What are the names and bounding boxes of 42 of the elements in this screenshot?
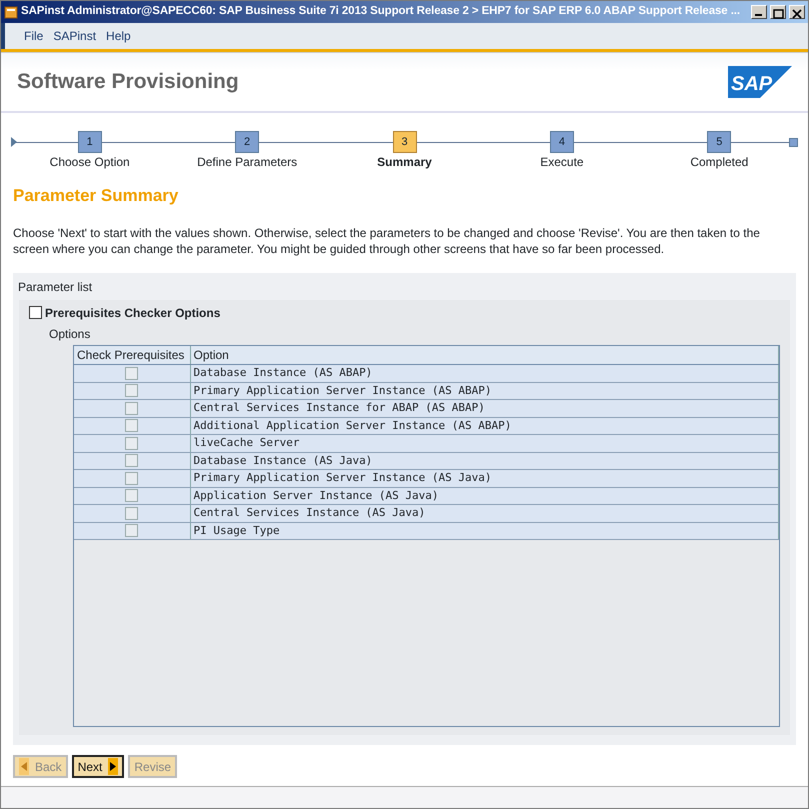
step-number[interactable]: 5 xyxy=(707,131,732,153)
next-button[interactable]: Next xyxy=(72,755,124,778)
table-cell: Primary Application Server Instance (AS ABAP) xyxy=(190,382,778,400)
menu-item[interactable]: File xyxy=(19,27,48,45)
step-label: Define Parameters xyxy=(197,155,298,169)
maximize-icon xyxy=(771,8,785,20)
step-label: Completed xyxy=(690,155,748,169)
table-cell: Database Instance (AS Java) xyxy=(190,452,778,470)
table-cell: Database Instance (AS ABAP) xyxy=(190,364,778,382)
section-heading: Parameter Summary xyxy=(13,185,180,207)
table-cell: Additional Application Server Instance (AS ABAP) xyxy=(190,417,778,434)
menu-item[interactable]: Help xyxy=(101,27,136,45)
sap-logo: SAP xyxy=(728,66,792,98)
options-label: Options xyxy=(49,326,90,340)
step-number[interactable]: 4 xyxy=(550,131,574,153)
app-icon xyxy=(4,5,18,19)
table-cell: Central Services Instance (AS Java) xyxy=(190,504,778,522)
column-header[interactable]: Check Prerequisites xyxy=(74,346,190,364)
table-cell: Central Services Instance for ABAP (AS ABAP) xyxy=(190,400,778,417)
instructions-text: Choose 'Next' to start with the values shown. Otherwise, select the parameters to be changed and choose 'Revise'. You are then taken to the screen where you can change the parameter. You might be guided through other screens that have so far been processed. xyxy=(13,224,761,256)
table-cell: PI Usage Type xyxy=(190,522,778,540)
panel-title: Parameter list xyxy=(18,280,92,294)
table-cell: Primary Application Server Instance (AS Java) xyxy=(190,470,778,487)
window-title: SAPinst Administrator@SAPECC60: SAP Business Suite 7i 2013 Support Release 2 > EHP7 for SAP ERP 6.0 ABAP Support Release ... xyxy=(21,4,741,20)
column-header[interactable]: Option xyxy=(190,346,778,364)
checkbox[interactable] xyxy=(29,306,42,319)
menu-item[interactable]: SAPinst xyxy=(48,27,102,45)
minimize-button[interactable] xyxy=(751,5,767,19)
step-number[interactable]: 3 xyxy=(392,131,417,153)
page-title: Software Provisioning xyxy=(17,69,239,96)
step-number[interactable]: 2 xyxy=(235,131,260,153)
table-cell: liveCache Server xyxy=(190,434,778,452)
group-label: Prerequisites Checker Options xyxy=(45,304,220,322)
close-button[interactable] xyxy=(789,5,805,19)
step-label: Execute xyxy=(540,155,584,169)
maximize-button[interactable] xyxy=(770,5,786,19)
step-number[interactable]: 1 xyxy=(78,131,102,153)
step-label: Choose Option xyxy=(50,155,130,169)
close-icon xyxy=(790,8,804,20)
step-label: Summary xyxy=(377,155,432,169)
table-cell: Application Server Instance (AS Java) xyxy=(190,487,778,504)
minimize-icon xyxy=(755,14,762,16)
